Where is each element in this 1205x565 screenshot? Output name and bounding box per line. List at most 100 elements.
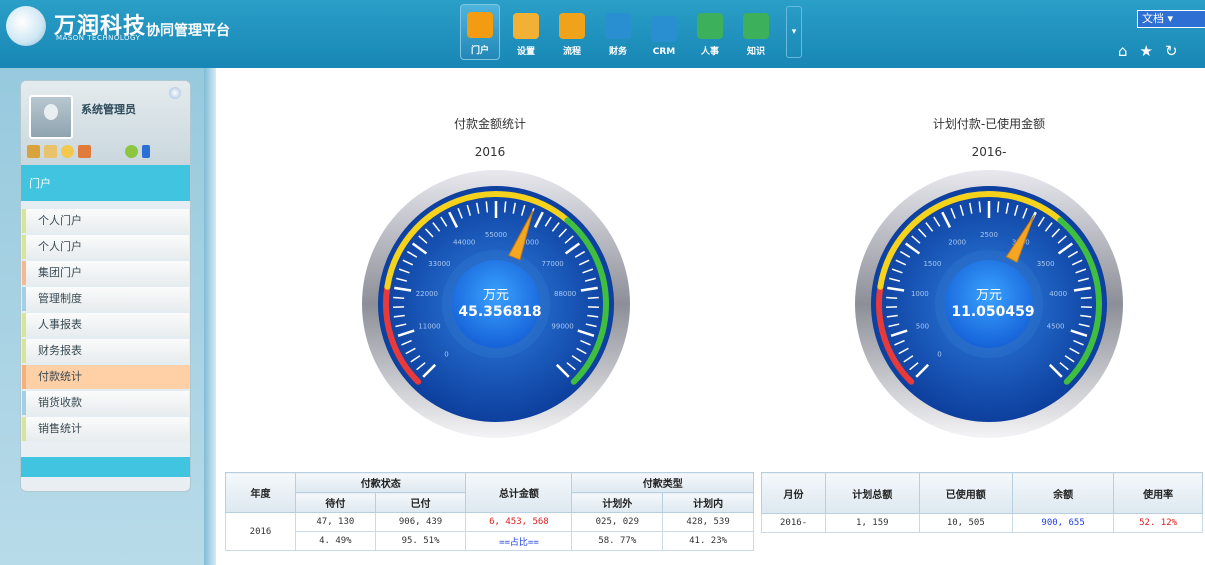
gauge-unit: 万元 xyxy=(483,288,509,303)
sidebar-item-8[interactable]: 销售统计 xyxy=(22,417,189,441)
header-outplan: 计划外 xyxy=(571,492,664,513)
sidebar-item-7[interactable]: 销货收款 xyxy=(22,391,189,415)
finance-icon xyxy=(605,13,631,39)
avatar[interactable] xyxy=(29,95,73,139)
cell-total: 6, 453, 568 xyxy=(465,512,573,532)
mobile-icon[interactable] xyxy=(142,145,150,158)
header-inplan: 计划内 xyxy=(662,492,754,513)
nav-item-3[interactable]: 财务 xyxy=(598,4,638,60)
sidebar-item-label: 付款统计 xyxy=(38,370,82,383)
cell-used: 10, 505 xyxy=(918,513,1014,533)
gauge-value: 45.356818 xyxy=(458,304,541,320)
gauge-tick xyxy=(996,201,1000,213)
gauge-tick-label: 22000 xyxy=(416,290,438,298)
sidebar-item-3[interactable]: 管理制度 xyxy=(22,287,189,311)
sidebar-item-label: 人事报表 xyxy=(38,318,82,331)
gauge-tick-label: 88000 xyxy=(554,290,576,298)
table-row: 4. 49% 95. 51% ==占比== 58. 77% 41. 23% xyxy=(226,531,754,551)
sidebar-splitter[interactable] xyxy=(204,68,216,565)
user-tools xyxy=(27,145,150,158)
sidebar-item-6[interactable]: 付款统计 xyxy=(22,365,190,389)
sidebar-panel: 系统管理员 门户 个人门户 个人门户 集团门户 管理制度 人事报表 财务报表 付款统计 销货收… xyxy=(20,80,191,492)
user-icon[interactable] xyxy=(61,145,74,158)
gauge-tick-label: 55000 xyxy=(485,231,507,239)
sidebar-menu: 个人门户 个人门户 集团门户 管理制度 人事报表 财务报表 付款统计 销货收款 销售统计 xyxy=(21,201,190,441)
sidebar-item-5[interactable]: 财务报表 xyxy=(22,339,189,363)
sidebar-item-label: 集团门户 xyxy=(38,266,82,279)
cell-outplan-pct: 58. 77% xyxy=(571,531,664,551)
sidebar-item-label: 销货收款 xyxy=(38,396,82,409)
gauge1-title: 付款金额统计 xyxy=(453,117,526,131)
star-icon[interactable]: ★ xyxy=(1140,42,1153,60)
header-year: 年度 xyxy=(225,472,296,513)
nav-item-label: 知识 xyxy=(746,47,765,57)
payment-status-table: 年度 付款状态 总计金额 付款类型 待付 已付 计划外 计划内 2016 47,… xyxy=(225,472,754,551)
gauge-tick-label: 44000 xyxy=(453,239,475,247)
nav-item-4[interactable]: CRM xyxy=(644,4,684,60)
table-row: 2016 47, 130 906, 439 6, 453, 568 025, 0… xyxy=(225,512,754,551)
header-rate: 使用率 xyxy=(1113,472,1203,514)
gauge-tick xyxy=(1080,296,1092,299)
platform-name: 协同管理平台 xyxy=(146,23,230,39)
gauge2-chart: 050010001500200025003000350040004500万元11… xyxy=(855,170,1123,438)
nav-item-6[interactable]: 知识 xyxy=(736,4,776,60)
knowledge-icon xyxy=(743,13,769,39)
gauge-tick-label: 2000 xyxy=(948,239,966,247)
refresh-icon[interactable]: ↻ xyxy=(1165,42,1178,60)
section-header-portal[interactable]: 门户 xyxy=(21,165,190,201)
cell-plan-total: 1, 159 xyxy=(825,513,920,533)
gauge-tick-label: 4000 xyxy=(1049,290,1067,298)
sidebar-item-2[interactable]: 集团门户 xyxy=(22,261,189,285)
username: 系统管理员 xyxy=(81,103,136,116)
nav-more-dropdown[interactable]: ▾ xyxy=(786,6,802,58)
main-content: 付款金额统计 2016 0 11000 22000 33000 44000 55000 66… xyxy=(216,68,1205,565)
gauge-tick xyxy=(587,296,599,299)
top-header: 万润科技 MASON TECHNOLOGY 协同管理平台 门户 设置 流程 财务 CRM… xyxy=(0,0,1205,68)
chat-icon[interactable] xyxy=(125,145,138,158)
nav-item-label: 财务 xyxy=(608,47,627,57)
nav-item-0[interactable]: 门户 xyxy=(460,4,500,60)
hr-icon xyxy=(697,13,723,39)
nav-item-1[interactable]: 设置 xyxy=(506,4,546,60)
cell-paid-pct: 95. 51% xyxy=(374,531,467,551)
doc-type-select[interactable]: 文档 ▾ xyxy=(1137,10,1205,28)
user-box: 系统管理员 xyxy=(21,81,190,165)
gauge-tick-label: 1000 xyxy=(911,290,929,298)
gauge-tick-label: 33000 xyxy=(428,260,450,268)
plan-usage-table: 月份 计划总额 已使用额 余额 使用率 2016- 1, 159 10, 505… xyxy=(760,472,1203,533)
gauge2-subtitle: 2016- xyxy=(971,145,1007,159)
sidebar-item-4[interactable]: 人事报表 xyxy=(22,313,189,337)
book-icon[interactable] xyxy=(27,145,40,158)
nav-item-5[interactable]: 人事 xyxy=(690,4,730,60)
cell-rate: 52. 12% xyxy=(1113,513,1203,533)
gauge-tick xyxy=(503,201,507,213)
settings-ball-icon[interactable] xyxy=(169,87,181,99)
cell-balance: 900, 655 xyxy=(1012,513,1115,533)
gauge1-subtitle: 2016 xyxy=(474,145,506,159)
header-unpaid: 待付 xyxy=(295,492,376,513)
cell-year: 2016 xyxy=(225,512,296,551)
home-icon[interactable]: ⌂ xyxy=(1118,42,1128,60)
sidebar-item-1[interactable]: 个人门户 xyxy=(22,235,189,259)
org-chart-icon[interactable] xyxy=(78,145,91,158)
sidebar-item-label: 销售统计 xyxy=(38,422,82,435)
sidebar-footer-bar xyxy=(21,457,190,477)
header-status: 付款状态 xyxy=(294,472,467,493)
wrench-icon xyxy=(513,13,539,39)
sidebar-item-label: 个人门户 xyxy=(38,214,82,227)
gauge-tick xyxy=(393,296,405,299)
header-tools: ⌂ ★ ↻ xyxy=(1118,42,1178,60)
nav-item-2[interactable]: 流程 xyxy=(552,4,592,60)
cell-ratio-label: ==占比== xyxy=(465,531,573,551)
gauge2-title: 计划付款-已使用金额 xyxy=(932,117,1046,131)
gauge-unit: 万元 xyxy=(976,288,1002,303)
edit-icon[interactable] xyxy=(44,145,57,158)
cell-month: 2016- xyxy=(760,513,827,533)
sidebar-item-0[interactable]: 个人门户 xyxy=(22,209,189,233)
gauge-tick-label: 2500 xyxy=(980,231,998,239)
nav-item-label: CRM xyxy=(652,47,676,57)
header-total: 总计金额 xyxy=(465,472,573,513)
company-logo-icon xyxy=(6,6,46,46)
header-type: 付款类型 xyxy=(571,472,754,493)
